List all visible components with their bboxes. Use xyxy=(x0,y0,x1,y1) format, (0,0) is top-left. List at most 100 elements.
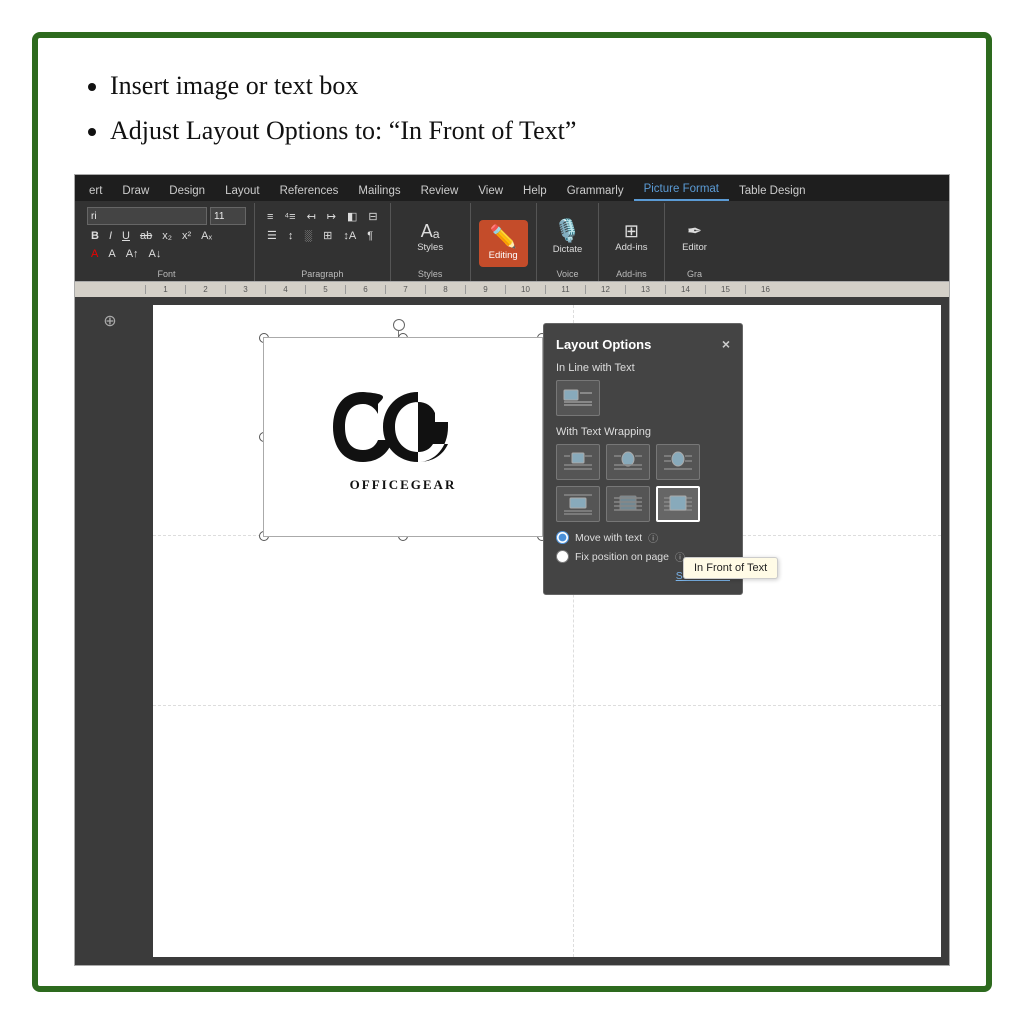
dictate-button[interactable]: 🎙️ Dictate xyxy=(545,216,591,259)
ribbon-group-voice: 🎙️ Dictate Voice xyxy=(537,203,600,281)
wrapping-section-label: With Text Wrapping xyxy=(556,426,730,438)
styles-group-label: Styles xyxy=(418,269,443,279)
layout-panel-close-button[interactable]: × xyxy=(722,336,730,352)
superscript-button[interactable]: x² xyxy=(178,229,195,243)
align-row: ☰ ↕ ░ ⊞ ↕A ¶ xyxy=(263,228,377,243)
ribbon-group-editor: ✒ Editor Gra xyxy=(665,203,725,281)
tab-mailings[interactable]: Mailings xyxy=(348,181,410,201)
font-color-button[interactable]: A xyxy=(87,247,102,261)
ruler-mark: 9 xyxy=(465,285,505,294)
font-size-up-button[interactable]: A↑ xyxy=(122,247,143,261)
layout-panel-title: Layout Options xyxy=(556,337,651,352)
addins-group-label: Add-ins xyxy=(616,269,647,279)
instruction-1: Insert image or text box xyxy=(110,66,950,105)
ruler-mark: 5 xyxy=(305,285,345,294)
tab-help[interactable]: Help xyxy=(513,181,557,201)
show-marks-button[interactable]: ¶ xyxy=(363,228,377,243)
top-bottom-wrap-button[interactable] xyxy=(556,486,600,522)
outer-container: Insert image or text box Adjust Layout O… xyxy=(32,32,992,992)
font-name-input[interactable] xyxy=(87,207,207,225)
italic-button[interactable]: I xyxy=(105,229,116,243)
align-justify-button[interactable]: ☰ xyxy=(263,228,281,243)
font-group-label: Font xyxy=(157,269,175,279)
tab-draw[interactable]: Draw xyxy=(112,181,159,201)
styles-button[interactable]: Aₐ Styles xyxy=(408,218,452,257)
addins-icon: ⊞ xyxy=(624,222,639,240)
bold-button[interactable]: B xyxy=(87,229,103,243)
inline-text-button[interactable] xyxy=(556,380,600,416)
tab-design[interactable]: Design xyxy=(159,181,215,201)
styles-icon: Aₐ xyxy=(421,222,440,240)
sort-button[interactable]: ↕A xyxy=(339,228,360,243)
indent-button[interactable]: ↦ xyxy=(323,209,340,224)
ruler-mark: 4 xyxy=(265,285,305,294)
bullet-list-button[interactable]: ≡ xyxy=(263,209,277,224)
ruler-marks: 1 2 3 4 5 6 7 8 9 10 11 12 13 14 15 16 xyxy=(145,285,949,294)
ribbon-group-paragraph: ≡ ⁴≡ ↤ ↦ ◧ ⊟ ☰ ↕ ░ ⊞ ↕A ¶ xyxy=(255,203,391,281)
clear-format-button[interactable]: Aₓ xyxy=(197,229,216,243)
behind-text-icon xyxy=(612,491,644,517)
behind-text-button[interactable] xyxy=(606,486,650,522)
ruler-mark: 3 xyxy=(225,285,265,294)
tab-layout[interactable]: Layout xyxy=(215,181,270,201)
layout-panel-header: Layout Options × xyxy=(556,336,730,352)
line-spacing-button[interactable]: ↕ xyxy=(284,228,298,243)
align-center-button[interactable]: ⊟ xyxy=(364,209,381,224)
instructions-block: Insert image or text box Adjust Layout O… xyxy=(74,66,950,156)
ruler-mark: 2 xyxy=(185,285,225,294)
move-cross-icon: ⊕ xyxy=(103,311,116,331)
through-wrap-button[interactable] xyxy=(656,444,700,480)
tab-picture-format[interactable]: Picture Format xyxy=(634,179,729,201)
strikethrough-button[interactable]: ab xyxy=(136,229,156,243)
borders-button[interactable]: ⊞ xyxy=(319,228,336,243)
ruler-mark: 7 xyxy=(385,285,425,294)
tight-wrap-button[interactable] xyxy=(606,444,650,480)
tab-review[interactable]: Review xyxy=(411,181,469,201)
shading-button[interactable]: ░ xyxy=(300,228,316,243)
rotate-handle[interactable] xyxy=(393,319,405,331)
paragraph-group-label: Paragraph xyxy=(301,269,343,279)
voice-group-label: Voice xyxy=(556,269,578,279)
subscript-button[interactable]: x₂ xyxy=(158,229,176,243)
word-app: ert Draw Design Layout References Mailin… xyxy=(74,174,950,966)
outdent-button[interactable]: ↤ xyxy=(303,209,320,224)
move-with-text-radio[interactable] xyxy=(556,531,569,544)
tab-table-design[interactable]: Table Design xyxy=(729,181,815,201)
in-front-text-button[interactable] xyxy=(656,486,700,522)
color-row: A A A↑ A↓ xyxy=(87,247,165,261)
page-canvas: OFFICEGEAR Layout Options xyxy=(153,305,941,957)
tab-ert[interactable]: ert xyxy=(79,181,112,201)
text-highlight-button[interactable]: A xyxy=(104,247,119,261)
editor-button[interactable]: ✒ Editor xyxy=(673,218,717,257)
ruler-mark: 15 xyxy=(705,285,745,294)
tab-references[interactable]: References xyxy=(270,181,349,201)
ruler-mark: 1 xyxy=(145,285,185,294)
inline-icon xyxy=(562,386,594,410)
ruler-mark: 16 xyxy=(745,285,785,294)
font-size-down-button[interactable]: A↓ xyxy=(145,247,166,261)
move-with-text-option[interactable]: Move with text ⓘ xyxy=(556,530,730,545)
tab-view[interactable]: View xyxy=(468,181,513,201)
ribbon-group-editing: ✏️ Editing xyxy=(471,203,537,281)
wrapping-row-1 xyxy=(556,444,730,480)
editor-group-label: Gra xyxy=(687,269,702,279)
image-frame[interactable]: OFFICEGEAR xyxy=(263,337,543,537)
font-size-input[interactable] xyxy=(210,207,246,225)
number-list-button[interactable]: ⁴≡ xyxy=(280,209,299,224)
fix-position-radio[interactable] xyxy=(556,550,569,563)
addins-button[interactable]: ⊞ Add-ins xyxy=(607,218,655,257)
ruler-mark: 11 xyxy=(545,285,585,294)
align-left-button[interactable]: ◧ xyxy=(343,209,361,224)
editing-button[interactable]: ✏️ Editing xyxy=(479,220,528,267)
tab-grammarly[interactable]: Grammarly xyxy=(557,181,634,201)
underline-button[interactable]: U xyxy=(118,229,134,243)
tooltip-in-front-of-text: In Front of Text xyxy=(683,557,778,579)
ruler-mark: 13 xyxy=(625,285,665,294)
move-with-text-label: Move with text xyxy=(575,532,642,544)
square-wrap-icon xyxy=(562,449,594,475)
ruler-mark: 10 xyxy=(505,285,545,294)
svg-text:OFFICEGEAR: OFFICEGEAR xyxy=(350,477,457,492)
inline-section-label: In Line with Text xyxy=(556,362,730,374)
wrapping-row-2 xyxy=(556,486,730,522)
square-wrap-button[interactable] xyxy=(556,444,600,480)
